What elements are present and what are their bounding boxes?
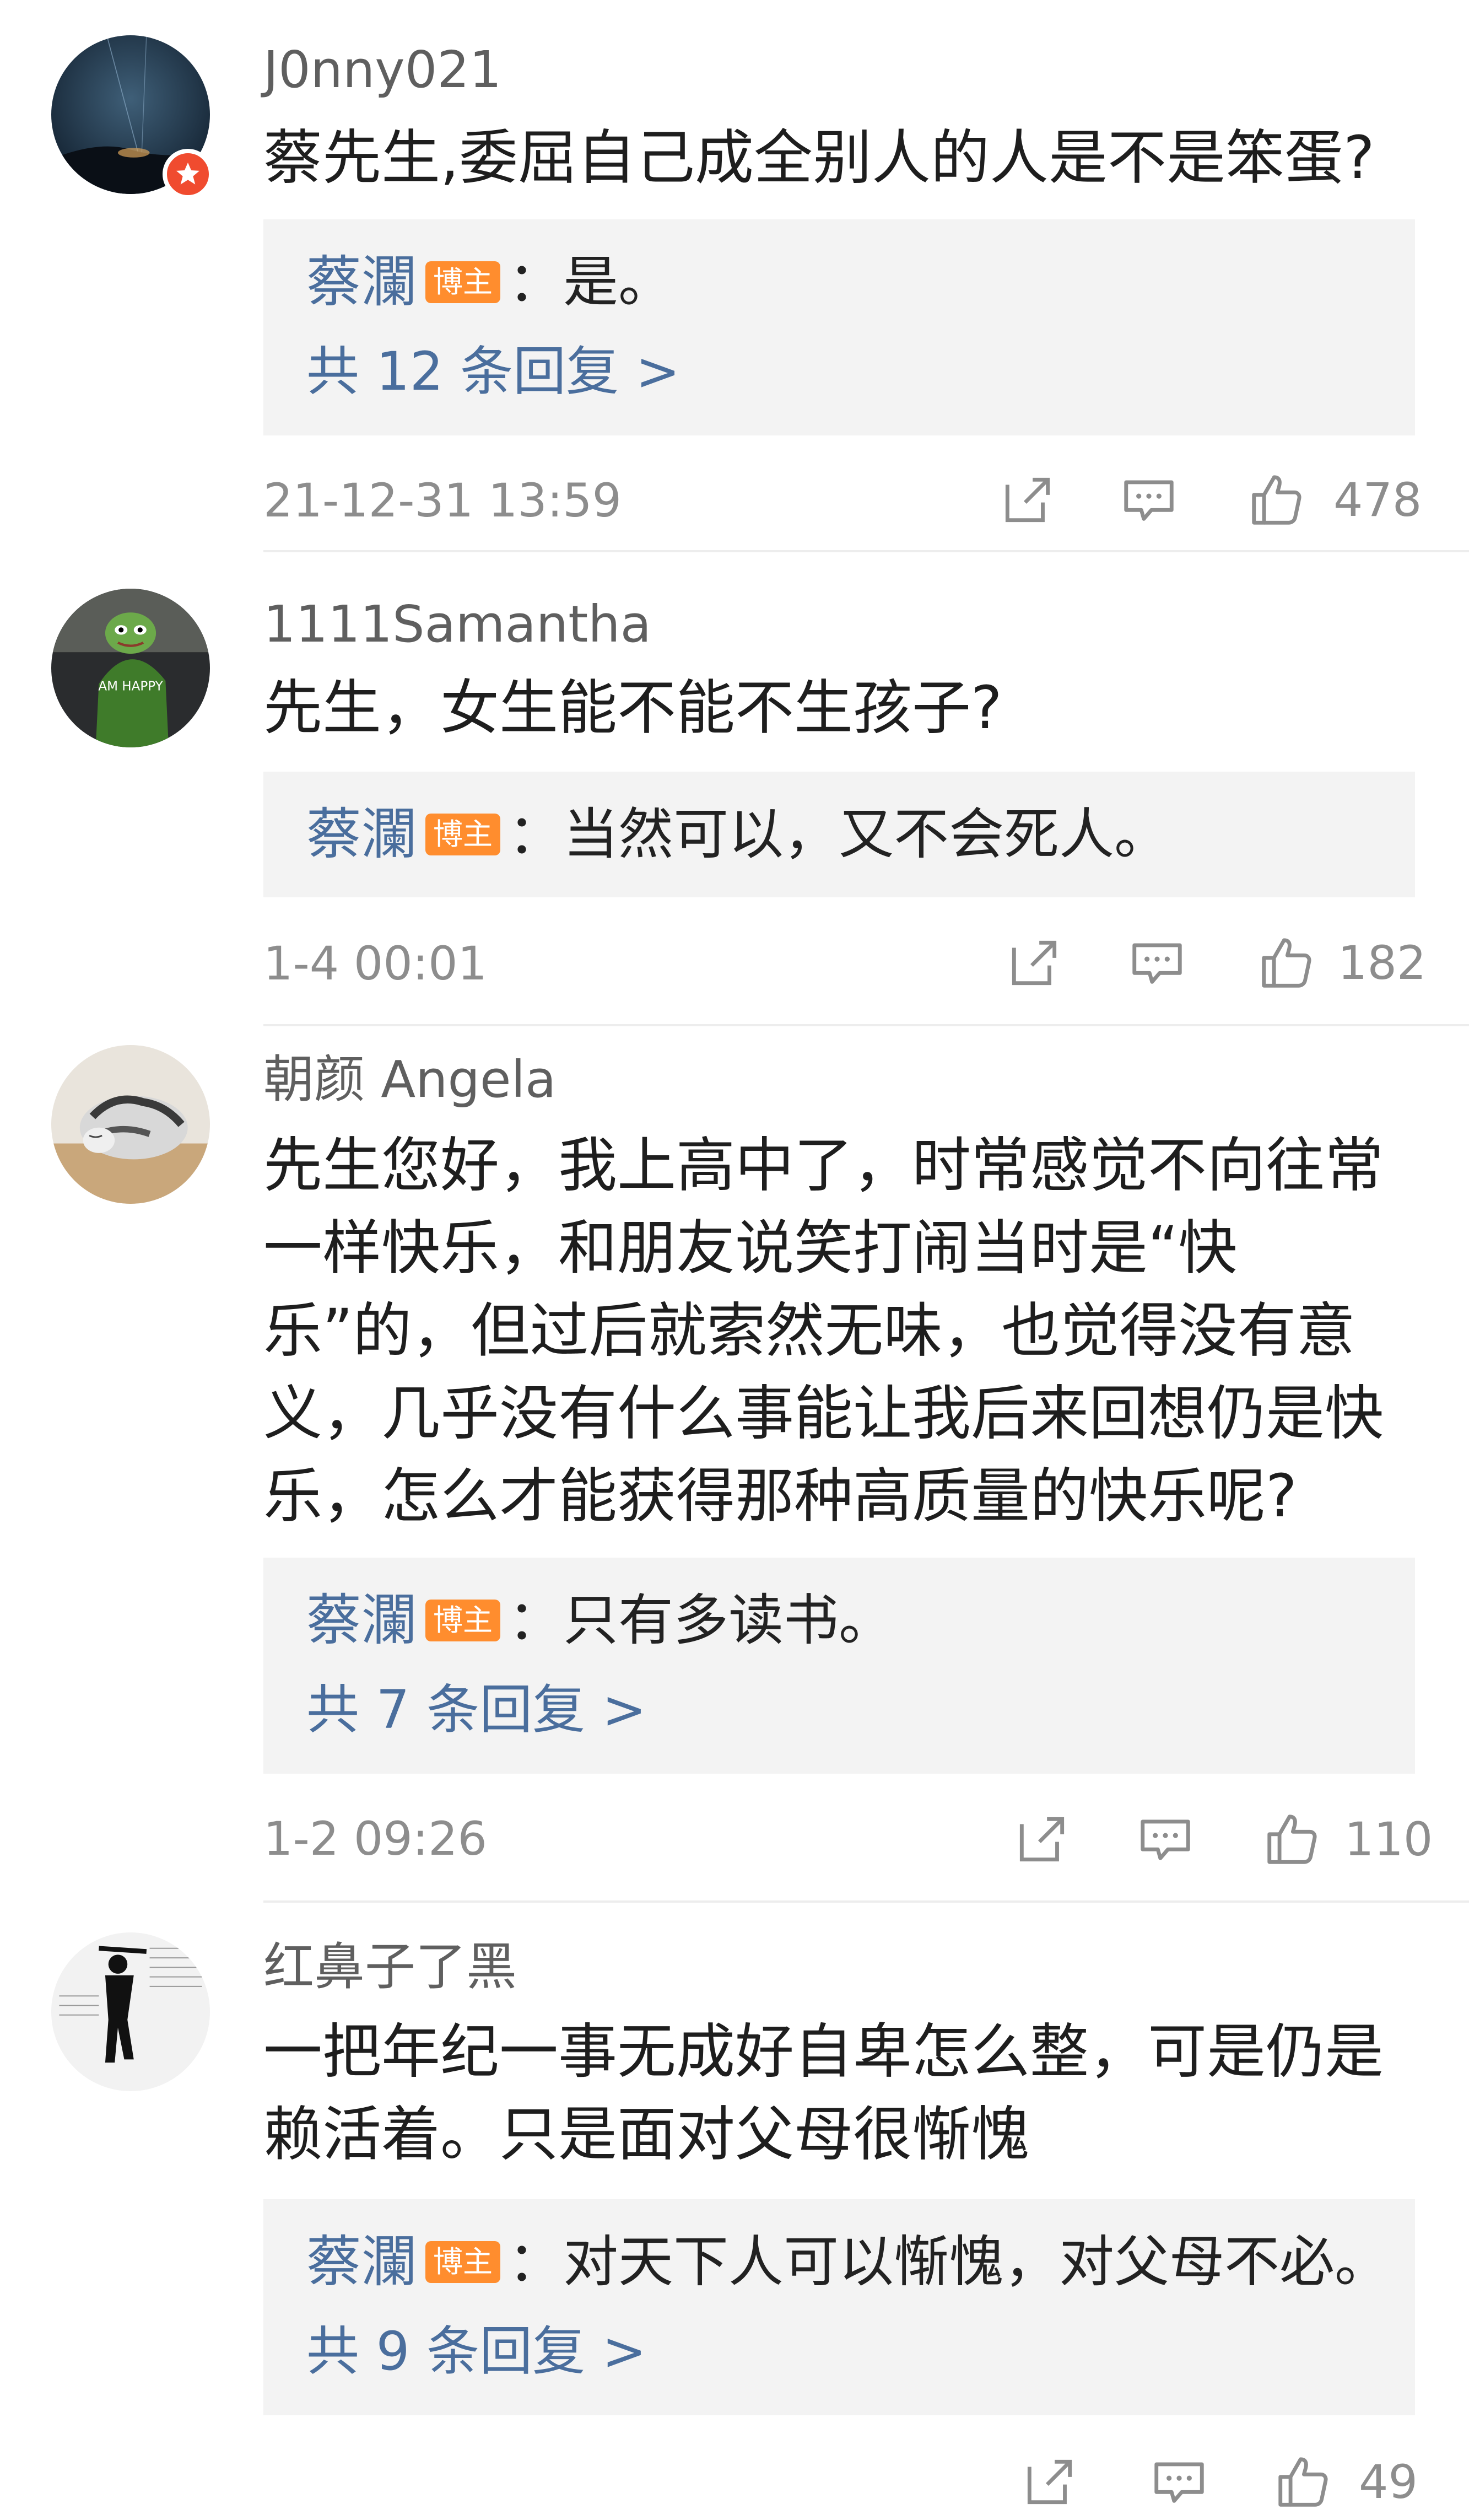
share-icon[interactable] xyxy=(997,470,1058,530)
blogger-badge: 博主 xyxy=(425,814,500,855)
comment-icon[interactable] xyxy=(1119,470,1179,530)
blogger-badge: 博主 xyxy=(425,1600,500,1641)
username[interactable]: 朝颜 Angela xyxy=(263,1049,556,1110)
blogger-badge: 博主 xyxy=(425,2241,500,2283)
like-icon[interactable] xyxy=(1246,470,1307,530)
comment-icon[interactable] xyxy=(1149,2452,1209,2512)
reply-author[interactable]: 蔡瀾 xyxy=(306,801,417,868)
comment-list: J0nny021 蔡先生,委屈自己成全别人的人是不是笨蛋? 蔡瀾 博主 ：是。 共 … xyxy=(0,0,1469,2520)
like-count: 478 xyxy=(1333,473,1422,527)
comment-text: 先生，女生能不能不生孩子? xyxy=(263,674,1002,742)
like-icon[interactable] xyxy=(1256,933,1317,993)
divider xyxy=(263,1024,1469,1026)
reply-box[interactable]: 蔡瀾 博主 ：当然可以，又不会死人。 xyxy=(263,772,1415,897)
share-icon[interactable] xyxy=(1012,1809,1072,1870)
reply-text: ：当然可以，又不会死人。 xyxy=(508,802,1169,866)
comment-text: 先生您好，我上高中了，时常感觉不向往常一样快乐，和朋友说笑打闹当时是“快乐”的，… xyxy=(263,1132,1384,1531)
username[interactable]: J0nny021 xyxy=(263,40,501,100)
reply-text: ：是。 xyxy=(508,250,673,314)
like-icon[interactable] xyxy=(1262,1809,1322,1870)
comment-text: 蔡先生,委屈自己成全别人的人是不是笨蛋? xyxy=(263,124,1375,192)
comment-text: 一把年纪一事无成好自卑怎么整，可是仍是赖活着。只是面对父母很惭愧 xyxy=(263,2018,1384,2169)
more-replies-link[interactable]: 共 12 条回复 > xyxy=(306,338,680,405)
comment-time: 1-4 00:01 xyxy=(263,936,487,990)
reply-box[interactable]: 蔡瀾 博主 ：只有多读书。 共 7 条回复 > xyxy=(263,1558,1415,1774)
share-icon[interactable] xyxy=(1004,933,1065,993)
blogger-badge: 博主 xyxy=(425,261,500,303)
divider xyxy=(263,1900,1469,1903)
reply-line: 蔡瀾 博主 ：只有多读书。 xyxy=(306,1587,894,1654)
reply-text: ：对天下人可以惭愧，对父母不必。 xyxy=(508,2230,1390,2294)
reply-text: ：只有多读书。 xyxy=(508,1588,894,1652)
reply-line: 蔡瀾 博主 ：当然可以，又不会死人。 xyxy=(306,801,1169,868)
like-icon[interactable] xyxy=(1273,2452,1333,2512)
verified-badge-icon xyxy=(163,149,213,200)
avatar[interactable] xyxy=(51,1045,210,1204)
divider xyxy=(263,550,1469,552)
reply-line: 蔡瀾 博主 ：是。 xyxy=(306,249,673,315)
reply-line: 蔡瀾 博主 ：对天下人可以惭愧，对父母不必。 xyxy=(306,2229,1390,2295)
reply-box[interactable]: 蔡瀾 博主 ：对天下人可以惭愧，对父母不必。 共 9 条回复 > xyxy=(263,2199,1415,2415)
reply-author[interactable]: 蔡瀾 xyxy=(306,2229,417,2295)
avatar[interactable] xyxy=(51,1932,210,2091)
comment-icon[interactable] xyxy=(1127,933,1187,993)
like-count: 110 xyxy=(1344,1812,1433,1866)
reply-author[interactable]: 蔡瀾 xyxy=(306,1587,417,1654)
more-replies-link[interactable]: 共 9 条回复 > xyxy=(306,2318,646,2384)
like-count: 182 xyxy=(1338,936,1427,990)
reply-box[interactable]: 蔡瀾 博主 ：是。 共 12 条回复 > xyxy=(263,219,1415,435)
comment-icon[interactable] xyxy=(1135,1809,1196,1870)
avatar[interactable]: AM HAPPY xyxy=(51,589,210,747)
comment-time: 1-2 09:26 xyxy=(263,1812,487,1866)
username[interactable]: 1111Samantha xyxy=(263,594,651,655)
comment-time: 21-12-31 13:59 xyxy=(263,473,622,527)
more-replies-link[interactable]: 共 7 条回复 > xyxy=(306,1677,646,1743)
username[interactable]: 红鼻子了黑 xyxy=(263,1937,517,1997)
reply-author[interactable]: 蔡瀾 xyxy=(306,249,417,315)
like-count: 49 xyxy=(1359,2455,1418,2509)
share-icon[interactable] xyxy=(1019,2452,1080,2512)
avatar-caption: AM HAPPY xyxy=(98,679,163,693)
